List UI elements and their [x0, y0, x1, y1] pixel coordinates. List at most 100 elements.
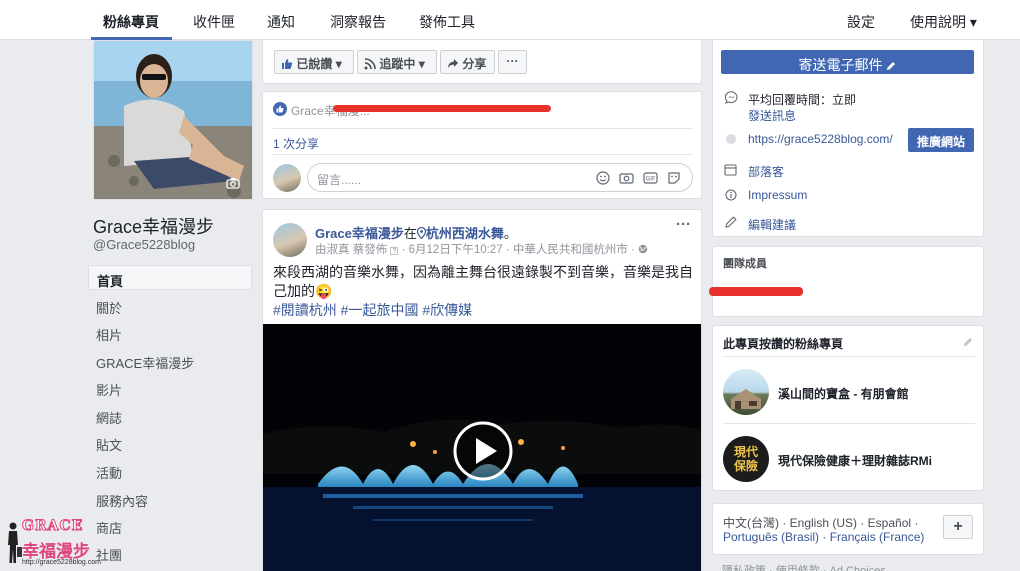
help-menu[interactable]: 使用說明 ▾ [910, 12, 977, 32]
tab-insights[interactable]: 洞察報告 [330, 12, 386, 32]
share-arrow-icon [448, 59, 458, 68]
language-links[interactable]: Português (Brasil) · Français (France) [723, 530, 924, 544]
comment-placeholder: 留言...... [317, 173, 362, 187]
liked-button[interactable]: 已說讚 ▾ [274, 50, 354, 74]
play-icon[interactable] [452, 420, 514, 482]
impressum-link[interactable]: Impressum [748, 188, 807, 202]
page-handle[interactable]: @Grace5228blog [93, 237, 195, 252]
redaction-mark [333, 105, 551, 112]
suggest-edits-link[interactable]: 編輯建議 [748, 216, 796, 233]
comment-input[interactable]: 留言...... GIF [307, 163, 693, 192]
liked-pages-card: 此專頁按讚的粉絲專頁 溪山間的寶盒 - 有朋會館 現代 保險 現代保險健康＋理財… [712, 325, 984, 491]
post-card: Grace幸福漫步在 杭州西湖水舞。 由淑真 蔡發佈 ? · 6月12日下午10:… [262, 209, 702, 571]
following-button[interactable]: 追蹤中 ▾ [357, 50, 437, 74]
gif-icon[interactable]: GIF [643, 171, 658, 185]
footer-links[interactable]: 隱私政策 · 使用條款 · Ad Choices [722, 562, 886, 571]
sidebar-item-services[interactable]: 服務內容 [88, 486, 252, 511]
team-members-title: 團隊成員 [723, 258, 767, 270]
top-navigation-bar: 粉絲專頁 收件匣 通知 洞察報告 發佈工具 設定 使用說明 ▾ [0, 0, 1020, 40]
liked-label: 已說讚 [296, 57, 333, 71]
tab-notifications[interactable]: 通知 [267, 12, 295, 32]
commenter-avatar[interactable] [273, 164, 301, 192]
location-pin-icon [416, 226, 426, 240]
camera-icon[interactable] [226, 177, 240, 189]
post-text: 來段西湖的音樂水舞，因為離主舞台很遠錄製不到音樂，音樂是我自己加的😜 [273, 264, 693, 299]
page-name[interactable]: Grace幸福漫步 [93, 213, 214, 239]
sidebar-item-events[interactable]: 活動 [88, 458, 252, 483]
thumbs-up-icon [282, 59, 293, 69]
post-hashtags[interactable]: #閱讀杭州 #一起旅中國 #欣傳媒 [273, 300, 472, 320]
at-word: 在 [403, 226, 417, 241]
promote-website-button[interactable]: 推廣網站 [908, 128, 974, 152]
sidebar-item-groups[interactable]: 社團 [88, 540, 252, 565]
svg-text:GIF: GIF [646, 176, 656, 183]
help-icon[interactable]: ? [390, 247, 399, 255]
sidebar-item-photos[interactable]: 相片 [88, 320, 252, 345]
previous-post-footer: Grace幸福漫... 1 次分享 留言...... GIF [262, 91, 702, 199]
divider [273, 128, 693, 129]
globe-icon [638, 244, 648, 254]
post-options-button[interactable]: ··· [676, 216, 691, 233]
sidebar-item-notes[interactable]: 網誌 [88, 403, 252, 428]
liked-page-name[interactable]: 現代保險健康＋理財雜誌RMi [778, 452, 932, 469]
post-location-link[interactable]: 杭州西湖水舞 [426, 226, 504, 241]
info-icon [725, 189, 737, 201]
period: 。 [503, 226, 517, 241]
response-time: 平均回覆時間：立即 [748, 93, 857, 107]
page-info-card: 寄送電子郵件 平均回覆時間：立即 發送訊息 https://grace5228b… [712, 40, 984, 237]
sidebar-item-about[interactable]: 關於 [88, 293, 252, 318]
more-actions-button[interactable]: ··· [498, 50, 527, 74]
video-player[interactable] [263, 324, 701, 571]
sidebar-item-shop[interactable]: 商店 [88, 513, 252, 538]
blog-watermark: GRACE 幸福漫步 http://grace5228blog.com [0, 515, 101, 571]
sidebar-item-home[interactable]: 首頁 [88, 265, 252, 290]
send-email-button[interactable]: 寄送電子郵件 [721, 50, 974, 74]
tab-page[interactable]: 粉絲專頁 [103, 12, 159, 32]
team-members-card: 團隊成員 [709, 246, 984, 317]
emoji-icon[interactable] [596, 171, 610, 185]
send-message-link[interactable]: 發送訊息 [748, 107, 796, 124]
house-graphic [731, 389, 761, 409]
following-label: 追蹤中 [379, 57, 416, 71]
post-author-link[interactable]: Grace幸福漫步 [315, 226, 404, 241]
watermark-brand: GRACE [21, 518, 84, 535]
share-button[interactable]: 分享 [440, 50, 495, 74]
edit-pencil-icon[interactable] [963, 337, 973, 347]
post-date[interactable]: · 6月12日下午10:27 · 中華人民共和國杭州市 · [402, 244, 635, 256]
tab-inbox[interactable]: 收件匣 [193, 12, 235, 32]
website-link[interactable]: https://grace5228blog.com/ [748, 132, 893, 146]
traveler-silhouette-icon [8, 522, 22, 563]
camera-icon[interactable] [619, 171, 634, 185]
liked-page-avatar[interactable] [723, 369, 769, 415]
tab-publishing-tools[interactable]: 發佈工具 [419, 12, 475, 32]
post-header-line: Grace幸福漫步在 杭州西湖水舞。 [315, 223, 517, 242]
add-language-button[interactable]: + [943, 515, 973, 539]
pencil-icon [887, 62, 896, 70]
liked-page-name[interactable]: 溪山間的寶盒 - 有朋會館 [778, 385, 909, 402]
redaction-mark [709, 287, 803, 296]
like-reaction-icon [273, 102, 287, 116]
divider [723, 356, 975, 357]
divider [723, 423, 975, 424]
sidebar-item-videos[interactable]: 影片 [88, 375, 252, 400]
language-links[interactable]: 中文(台灣) · English (US) · Español · [723, 516, 918, 530]
languages-line-2: Português (Brasil) · Français (France) [723, 530, 943, 544]
send-email-label: 寄送電子郵件 [798, 57, 883, 73]
shares-count-link[interactable]: 1 次分享 [273, 135, 319, 152]
sticker-icon[interactable] [667, 171, 681, 185]
author-avatar[interactable] [273, 223, 307, 257]
liked-page-avatar[interactable]: 現代 保險 [723, 436, 769, 482]
post-publisher[interactable]: 由淑真 蔡發佈 [315, 244, 387, 256]
logo-text: 現代 [733, 445, 758, 459]
post-meta: 由淑真 蔡發佈 ? · 6月12日下午10:27 · 中華人民共和國杭州市 · [315, 241, 648, 257]
share-label: 分享 [462, 57, 487, 71]
sidebar-item-posts[interactable]: 貼文 [88, 430, 252, 455]
website-icon [726, 134, 736, 144]
profile-picture[interactable] [93, 40, 253, 200]
liked-pages-title: 此專頁按讚的粉絲專頁 [723, 337, 844, 351]
sidebar-item-grace[interactable]: GRACE幸福漫步 [88, 348, 252, 373]
category-blogger-link[interactable]: 部落客 [748, 163, 784, 180]
divider [273, 154, 693, 155]
edit-pencil-icon [725, 216, 737, 228]
settings-link[interactable]: 設定 [847, 12, 875, 32]
